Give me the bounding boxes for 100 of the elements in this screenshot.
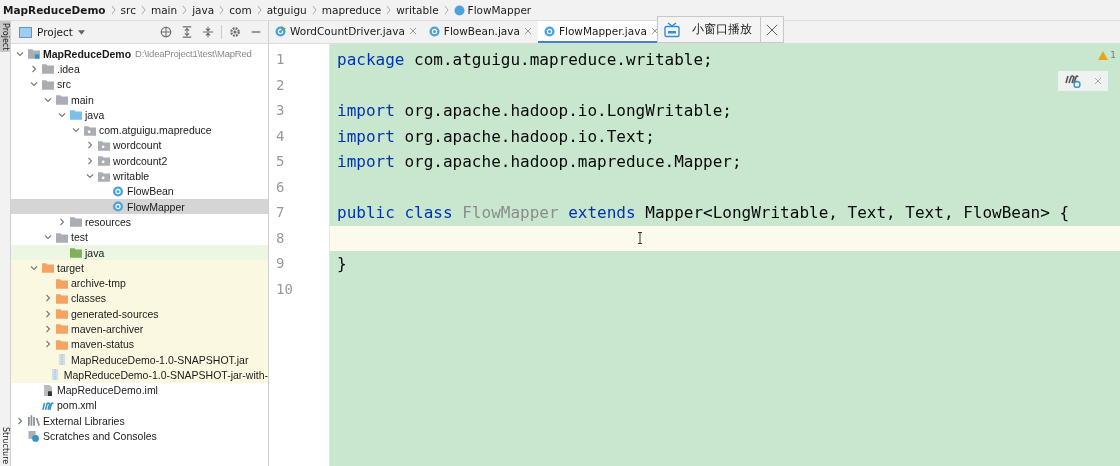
- tree-item[interactable]: writable: [11, 168, 268, 184]
- tree-item[interactable]: FlowMapper: [11, 198, 268, 215]
- mini-player-button[interactable]: 小窗口播放: [692, 17, 761, 42]
- breadcrumb-item[interactable]: src: [120, 4, 136, 16]
- tree-item[interactable]: .idea: [11, 61, 268, 77]
- tree-label: main: [71, 93, 94, 106]
- breadcrumb-item[interactable]: java: [192, 4, 215, 16]
- tree-item[interactable]: test: [11, 229, 268, 245]
- breadcrumb-item[interactable]: writable: [396, 4, 439, 16]
- chevron-icon: [182, 5, 188, 15]
- tree-label: generated-sources: [71, 307, 159, 320]
- structure-tool-tab[interactable]: Structure: [0, 424, 10, 466]
- tree-label: pom.xml: [57, 399, 97, 412]
- collapse-all-icon[interactable]: [202, 26, 214, 38]
- tree-label: com.atguigu.mapreduce: [99, 124, 212, 137]
- tree-label: resources: [85, 215, 132, 228]
- close-icon[interactable]: [408, 27, 417, 35]
- folder-icon: [56, 94, 68, 106]
- expand-all-icon[interactable]: [181, 26, 193, 38]
- chevron-icon: [110, 5, 116, 15]
- tree-item[interactable]: archive-tmp: [11, 275, 268, 291]
- code-line: import org.apache.hadoop.io.LongWritable;: [337, 100, 732, 122]
- class-icon: [112, 201, 124, 213]
- line-number: 2: [275, 75, 286, 95]
- tree-item[interactable]: target: [11, 260, 268, 276]
- folder-icon: [98, 170, 110, 182]
- class-icon: [543, 25, 555, 37]
- breadcrumb-item[interactable]: main: [150, 4, 178, 16]
- scratches-icon: [28, 430, 40, 442]
- tree-label: java: [85, 246, 105, 259]
- archive-icon: [56, 354, 68, 366]
- tree-label: .idea: [57, 62, 80, 75]
- warning-icon: [1098, 50, 1109, 60]
- tree-item[interactable]: java: [11, 107, 268, 123]
- tree-label: classes: [71, 292, 106, 305]
- tree-item[interactable]: wordcount2: [11, 153, 268, 169]
- warning-indicator[interactable]: 1: [1098, 50, 1116, 60]
- tree-label: External Libraries: [43, 414, 125, 427]
- module-path: D:\IdeaProject1\test\MapRed: [135, 48, 252, 60]
- file-icon: [42, 384, 54, 396]
- breadcrumb-item[interactable]: mapreduce: [321, 4, 382, 16]
- breadcrumb-item[interactable]: com: [229, 4, 252, 16]
- line-number: 9: [275, 254, 286, 273]
- tree-item[interactable]: resources: [11, 214, 268, 230]
- breadcrumb-item[interactable]: FlowMapper: [467, 4, 532, 16]
- class-icon: [453, 4, 465, 16]
- line-number: 1: [275, 50, 286, 69]
- close-icon[interactable]: [523, 27, 532, 35]
- line-number: 7: [275, 203, 286, 222]
- panel-title[interactable]: Project: [37, 26, 73, 38]
- chevron-icon: [386, 5, 392, 15]
- editor-tab[interactable]: FlowBean.java: [422, 21, 538, 43]
- code-line: import org.apache.hadoop.mapreduce.Mapper;: [337, 151, 742, 173]
- tree-item[interactable]: wordcount: [11, 137, 268, 154]
- tree-label: maven-archiver: [71, 323, 144, 335]
- folder-icon: [98, 139, 110, 151]
- tree-item[interactable]: src: [11, 76, 268, 92]
- project-tool-tab[interactable]: Project: [0, 21, 10, 53]
- tv-icon[interactable]: [664, 21, 680, 38]
- text-cursor-icon: [637, 232, 643, 245]
- tree-label: archive-tmp: [71, 277, 126, 290]
- module-folder-icon: [28, 48, 40, 60]
- tree-item[interactable]: main: [11, 91, 268, 108]
- tree-item[interactable]: com.atguigu.mapreduce: [11, 122, 268, 138]
- tree-label: FlowMapper: [127, 200, 185, 213]
- line-number: 6: [275, 177, 286, 197]
- line-number: 10: [275, 279, 294, 299]
- chevron-icon: [219, 5, 225, 15]
- tree-label: MapReduceDemo.iml: [57, 384, 158, 397]
- tree-item[interactable]: MapReduceDemo D:\IdeaProject1\test\MapRed: [11, 46, 268, 62]
- tree-item[interactable]: maven-archiver: [11, 321, 268, 337]
- tree-item[interactable]: pom.xml: [11, 397, 268, 414]
- folder-icon: [70, 247, 82, 258]
- line-number: 3: [275, 101, 286, 120]
- tree-item[interactable]: MapReduceDemo-1.0-SNAPSHOT-jar-with-: [11, 367, 268, 383]
- dropdown-icon[interactable]: [77, 29, 85, 35]
- code-line: }: [337, 253, 347, 275]
- crosshair-icon[interactable]: [160, 26, 172, 38]
- tree-item[interactable]: java: [11, 244, 268, 261]
- breadcrumb-item[interactable]: atguigu: [266, 4, 307, 16]
- code-line: package com.atguigu.mapreduce.writable;: [337, 49, 713, 71]
- tree-item[interactable]: Scratches and Consoles: [11, 428, 268, 444]
- code-line: import org.apache.hadoop.io.Text;: [337, 125, 655, 148]
- tree-label: java: [85, 108, 105, 121]
- tree-label: maven-status: [71, 338, 135, 351]
- tree-label: MapReduceDemo-1.0-SNAPSHOT-jar-with-: [63, 368, 268, 381]
- tree-label: Scratches and Consoles: [43, 430, 157, 443]
- line-number: 4: [275, 126, 286, 146]
- breadcrumb-item[interactable]: MapReduceDemo: [3, 4, 106, 16]
- tree-item[interactable]: External Libraries: [11, 413, 268, 429]
- tree-label: wordcount2: [113, 154, 168, 167]
- line-number: 8: [275, 228, 286, 248]
- tree-label: target: [57, 261, 84, 274]
- tree-item[interactable]: generated-sources: [11, 306, 268, 322]
- settings-icon[interactable]: [229, 26, 241, 38]
- tree-item[interactable]: FlowBean: [11, 183, 268, 199]
- editor-tab[interactable]: WordCountDriver.java: [269, 21, 423, 43]
- tree-item[interactable]: MapReduceDemo.iml: [11, 382, 268, 398]
- tree-label: MapReduceDemo: [43, 47, 132, 60]
- tree-label: writable: [113, 170, 150, 182]
